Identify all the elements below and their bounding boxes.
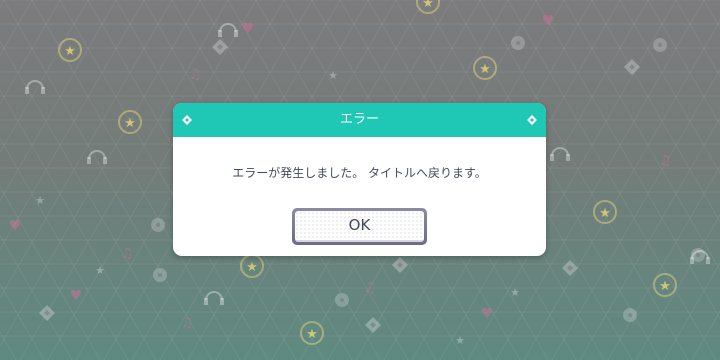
music-note-icon: ♫ [659, 153, 672, 169]
heart-icon: ♥ [70, 288, 83, 304]
dialog-title: エラー [339, 112, 379, 127]
star-glyph: ★ [124, 116, 136, 131]
star-glyph: ★ [422, 0, 434, 11]
heart-icon: ♥ [242, 21, 255, 37]
music-note-icon: ♫ [189, 67, 202, 83]
headphone-cup-right [220, 298, 224, 305]
headphone-cup-left [25, 87, 29, 94]
ok-button[interactable]: OK [292, 208, 427, 245]
small-star-icon: ★ [95, 264, 105, 277]
music-note-icon: ♫ [364, 280, 377, 296]
star-glyph: ★ [599, 206, 611, 221]
heart-icon: ♥ [9, 218, 22, 234]
error-dialog: エラー エラーが発生しました。 タイトルへ戻ります。 OK [173, 103, 546, 256]
music-note-icon: ♫ [181, 315, 194, 331]
headphones-icon [88, 150, 106, 160]
small-star-icon: ★ [455, 334, 465, 347]
heart-icon: ♥ [542, 13, 555, 29]
error-message: エラーが発生しました。 タイトルへ戻ります。 [232, 166, 487, 180]
cd-hole [516, 41, 520, 45]
star-glyph: ★ [306, 327, 318, 342]
heart-icon: ♥ [481, 306, 494, 322]
headphone-cup-right [103, 157, 107, 164]
small-star-icon: ★ [328, 69, 338, 82]
cd-hole [658, 43, 662, 47]
headphones-icon [205, 291, 223, 301]
cd-hole [340, 298, 344, 302]
headphone-cup-left [204, 298, 208, 305]
ok-button-label: OK [295, 211, 424, 242]
star-glyph: ★ [659, 279, 671, 294]
headphone-cup-left [218, 30, 222, 37]
cd-hole [628, 313, 632, 317]
headphone-cup-right [41, 87, 45, 94]
headphone-cup-left [87, 157, 91, 164]
music-note-icon: ♫ [121, 246, 134, 262]
headphone-cup-right [566, 154, 570, 161]
headphone-cup-right [234, 30, 238, 37]
star-glyph: ★ [479, 62, 491, 77]
star-glyph: ★ [64, 44, 76, 59]
headphone-cup-right [706, 257, 710, 264]
dialog-header: エラー [173, 103, 546, 137]
diamond-icon [527, 115, 537, 125]
cd-hole [158, 273, 162, 277]
small-star-icon: ★ [510, 286, 520, 299]
cd-hole [696, 253, 700, 257]
headphones-icon [26, 80, 44, 90]
small-star-icon: ★ [35, 194, 45, 207]
cd-hole [156, 223, 160, 227]
star-glyph: ★ [246, 260, 258, 275]
headphones-icon [219, 23, 237, 33]
headphone-cup-left [550, 154, 554, 161]
